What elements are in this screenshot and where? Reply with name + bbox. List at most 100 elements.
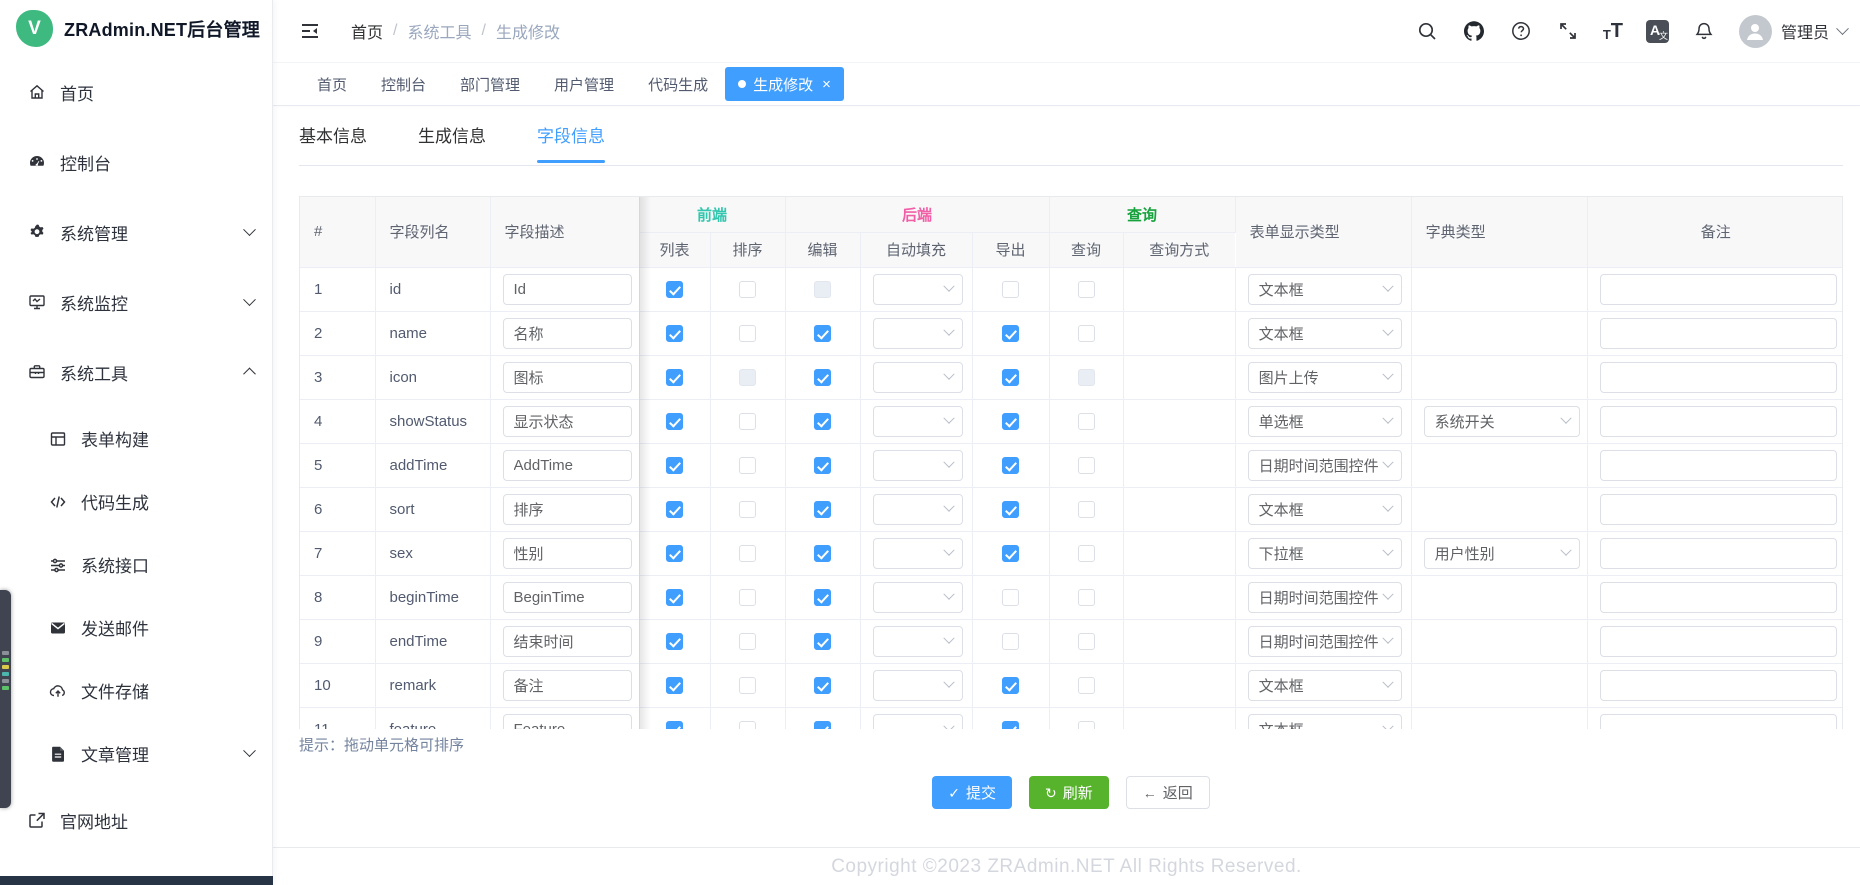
description-input[interactable] [503,582,632,613]
export-checkbox[interactable] [1002,413,1019,430]
list-checkbox[interactable] [666,413,683,430]
tag-active[interactable]: 生成修改× [725,67,844,101]
remark-input[interactable] [1600,538,1837,569]
query-checkbox[interactable] [1078,633,1095,650]
form-type-select[interactable]: 文本框 [1248,494,1402,525]
dict-type-select[interactable]: 用户性别 [1424,538,1580,569]
list-checkbox[interactable] [666,721,683,729]
sort-checkbox[interactable] [739,545,756,562]
list-checkbox[interactable] [666,501,683,518]
remark-input[interactable] [1600,318,1837,349]
breadcrumb-home[interactable]: 首页 [351,19,383,43]
list-checkbox[interactable] [666,457,683,474]
left-edge-widget[interactable] [0,590,11,808]
edit-checkbox[interactable] [814,325,831,342]
sidebar-item-首页[interactable]: 首页 [0,57,272,127]
tag-控制台[interactable]: 控制台 [364,67,443,101]
remark-input[interactable] [1600,714,1837,730]
sidebar-item-系统管理[interactable]: 系统管理 [0,197,272,267]
form-type-select[interactable]: 日期时间范围控件 [1248,582,1402,613]
sort-checkbox[interactable] [739,721,756,729]
remark-input[interactable] [1600,670,1837,701]
description-input[interactable] [503,714,632,730]
autofill-select[interactable] [873,714,963,730]
user-menu[interactable]: 管理员 [1739,15,1847,48]
query-checkbox[interactable] [1078,457,1095,474]
fullscreen-icon[interactable] [1556,19,1580,43]
help-icon[interactable] [1509,19,1533,43]
language-icon[interactable]: A文 [1646,20,1669,43]
query-checkbox[interactable] [1078,413,1095,430]
list-checkbox[interactable] [666,545,683,562]
form-type-select[interactable]: 日期时间范围控件 [1248,626,1402,657]
sidebar-item-控制台[interactable]: 控制台 [0,127,272,197]
autofill-select[interactable] [873,494,963,525]
export-checkbox[interactable] [1002,457,1019,474]
sidebar-item-文章管理[interactable]: 文章管理 [0,722,272,785]
close-icon[interactable]: × [822,77,831,92]
list-checkbox[interactable] [666,281,683,298]
sort-checkbox[interactable] [739,633,756,650]
remark-input[interactable] [1600,626,1837,657]
remark-input[interactable] [1600,494,1837,525]
edit-checkbox[interactable] [814,589,831,606]
export-checkbox[interactable] [1002,721,1019,729]
autofill-select[interactable] [873,670,963,701]
form-type-select[interactable]: 文本框 [1248,670,1402,701]
query-checkbox[interactable] [1078,677,1095,694]
sidebar-item-系统监控[interactable]: 系统监控 [0,267,272,337]
tab-字段信息[interactable]: 字段信息 [537,122,605,162]
description-input[interactable] [503,274,632,305]
description-input[interactable] [503,450,632,481]
autofill-select[interactable] [873,538,963,569]
query-checkbox[interactable] [1078,369,1095,386]
refresh-button[interactable]: ↻ 刷新 [1029,776,1109,809]
form-type-select[interactable]: 单选框 [1248,406,1402,437]
sort-checkbox[interactable] [739,677,756,694]
sort-checkbox[interactable] [739,589,756,606]
description-input[interactable] [503,538,632,569]
font-size-icon[interactable]: TT [1603,21,1623,41]
edit-checkbox[interactable] [814,281,831,298]
list-checkbox[interactable] [666,677,683,694]
sort-checkbox[interactable] [739,501,756,518]
export-checkbox[interactable] [1002,369,1019,386]
autofill-select[interactable] [873,406,963,437]
remark-input[interactable] [1600,450,1837,481]
edit-checkbox[interactable] [814,721,831,729]
sort-checkbox[interactable] [739,457,756,474]
form-type-select[interactable]: 文本框 [1248,714,1402,730]
collapse-sidebar-icon[interactable] [298,19,322,43]
notifications-bell-icon[interactable] [1692,19,1716,43]
dict-type-select[interactable]: 系统开关 [1424,406,1580,437]
edit-checkbox[interactable] [814,369,831,386]
query-checkbox[interactable] [1078,589,1095,606]
remark-input[interactable] [1600,582,1837,613]
autofill-select[interactable] [873,362,963,393]
query-checkbox[interactable] [1078,721,1095,729]
query-checkbox[interactable] [1078,325,1095,342]
export-checkbox[interactable] [1002,281,1019,298]
edit-checkbox[interactable] [814,677,831,694]
search-icon[interactable] [1415,19,1439,43]
edit-checkbox[interactable] [814,501,831,518]
sidebar-item-表单构建[interactable]: 表单构建 [0,407,272,470]
submit-button[interactable]: ✓ 提交 [932,776,1012,809]
tab-基本信息[interactable]: 基本信息 [299,122,367,162]
tag-用户管理[interactable]: 用户管理 [537,67,631,101]
form-type-select[interactable]: 下拉框 [1248,538,1402,569]
description-input[interactable] [503,362,632,393]
description-input[interactable] [503,318,632,349]
query-checkbox[interactable] [1078,501,1095,518]
sidebar-item-发送邮件[interactable]: 发送邮件 [0,596,272,659]
sidebar-item-官网地址[interactable]: 官网地址 [0,785,272,855]
description-input[interactable] [503,670,632,701]
description-input[interactable] [503,494,632,525]
tag-代码生成[interactable]: 代码生成 [631,67,725,101]
sidebar-item-系统接口[interactable]: 系统接口 [0,533,272,596]
remark-input[interactable] [1600,406,1837,437]
sort-checkbox[interactable] [739,369,756,386]
autofill-select[interactable] [873,274,963,305]
back-button[interactable]: ← 返回 [1126,776,1210,809]
list-checkbox[interactable] [666,589,683,606]
